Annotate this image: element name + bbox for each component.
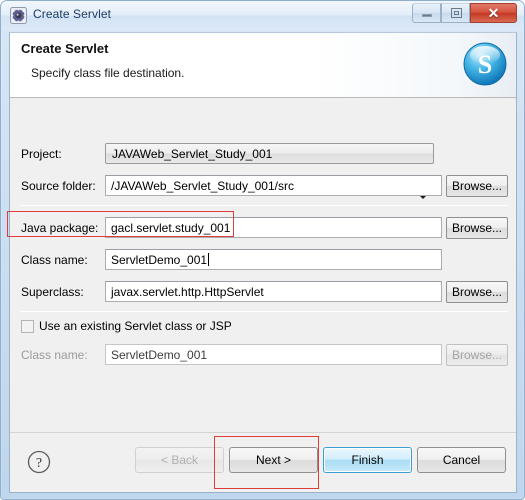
superclass-input[interactable]: javax.servlet.http.HttpServlet xyxy=(105,281,442,302)
project-combobox[interactable]: JAVAWeb_Servlet_Study_001 xyxy=(105,143,434,164)
source-folder-label: Source folder: xyxy=(21,179,96,193)
dialog-button-bar: ? < Back Next > Finish Cancel xyxy=(10,432,516,492)
back-button: < Back xyxy=(135,447,224,473)
class-name-input[interactable]: ServletDemo_001 xyxy=(105,249,442,270)
title-bar: Create Servlet ✕ xyxy=(1,1,524,30)
servlet-s-logo-icon: S xyxy=(462,41,508,87)
dialog-window: Create Servlet ✕ Create Servlet Specify … xyxy=(0,0,525,500)
servlet-gear-icon xyxy=(10,7,27,24)
divider-2 xyxy=(20,311,508,312)
wizard-banner: Create Servlet Specify class file destin… xyxy=(10,33,516,98)
source-folder-browse-button[interactable]: Browse... xyxy=(446,175,508,197)
close-icon: ✕ xyxy=(487,5,500,21)
class-name-row: Class name: ServletDemo_001 xyxy=(10,249,516,271)
superclass-browse-button[interactable]: Browse... xyxy=(446,281,508,303)
svg-text:?: ? xyxy=(36,456,42,471)
divider-1 xyxy=(20,205,508,206)
source-folder-input[interactable]: /JAVAWeb_Servlet_Study_001/src xyxy=(105,175,442,196)
help-icon[interactable]: ? xyxy=(27,450,51,474)
superclass-row: Superclass: javax.servlet.http.HttpServl… xyxy=(10,281,516,303)
cancel-button[interactable]: Cancel xyxy=(417,447,506,473)
project-label: Project: xyxy=(21,147,62,161)
svg-text:S: S xyxy=(478,50,492,79)
superclass-label: Superclass: xyxy=(21,285,84,299)
maximize-button[interactable] xyxy=(441,3,470,23)
existing-class-name-input[interactable]: ServletDemo_001 xyxy=(105,344,442,365)
close-button[interactable]: ✕ xyxy=(470,3,517,23)
dialog-client-area: Create Servlet Specify class file destin… xyxy=(9,32,517,493)
class-name-value: ServletDemo_001 xyxy=(111,253,208,267)
existing-class-name-browse-button: Browse... xyxy=(446,344,508,366)
form-body: Project: JAVAWeb_Servlet_Study_001 Sourc… xyxy=(10,99,516,431)
page-subtitle: Specify class file destination. xyxy=(31,66,185,80)
minimize-icon xyxy=(422,14,432,17)
existing-class-name-label: Class name: xyxy=(21,348,88,362)
java-package-input[interactable]: gacl.servlet.study_001 xyxy=(105,217,442,238)
class-name-label: Class name: xyxy=(21,253,88,267)
window-title: Create Servlet xyxy=(33,7,112,21)
finish-button[interactable]: Finish xyxy=(323,447,412,473)
use-existing-label: Use an existing Servlet class or JSP xyxy=(39,319,232,333)
existing-class-name-row: Class name: ServletDemo_001 Browse... xyxy=(10,344,516,366)
source-folder-row: Source folder: /JAVAWeb_Servlet_Study_00… xyxy=(10,175,516,197)
text-caret xyxy=(208,253,210,266)
minimize-button[interactable] xyxy=(412,3,441,23)
use-existing-checkbox[interactable] xyxy=(21,320,34,333)
project-row: Project: JAVAWeb_Servlet_Study_001 xyxy=(10,143,516,199)
java-package-row: Java package: gacl.servlet.study_001 Bro… xyxy=(10,217,516,239)
next-button[interactable]: Next > xyxy=(229,447,318,473)
java-package-label: Java package: xyxy=(21,221,99,235)
page-title: Create Servlet xyxy=(21,41,109,56)
maximize-icon xyxy=(451,8,462,18)
java-package-browse-button[interactable]: Browse... xyxy=(446,217,508,239)
use-existing-row[interactable]: Use an existing Servlet class or JSP xyxy=(10,318,516,336)
